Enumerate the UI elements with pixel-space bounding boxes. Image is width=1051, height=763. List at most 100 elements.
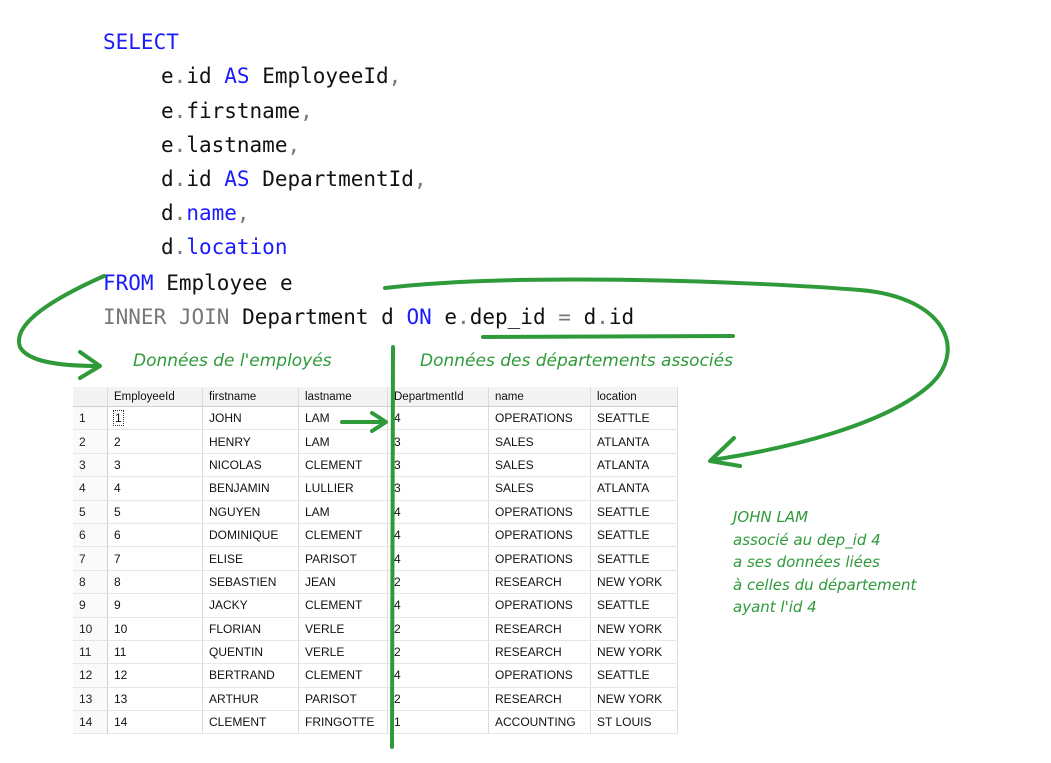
table-cell[interactable]: RESEARCH [488,617,591,641]
table-cell[interactable]: SEATTLE [590,523,678,548]
table-cell[interactable]: 12 [107,663,203,688]
table-cell[interactable]: ACCOUNTING [488,710,591,735]
table-row[interactable]: 3 3 NICOLAS CLEMENT 3 SALES ATLANTA [73,453,678,478]
table-cell[interactable]: 10 [107,617,203,641]
table-cell[interactable]: QUENTIN [202,640,299,665]
table-cell[interactable]: 4 [387,406,489,431]
table-row[interactable]: 7 7 ELISE PARISOT 4 OPERATIONS SEATTLE [73,546,678,571]
table-cell[interactable]: 4 [387,593,489,618]
table-row[interactable]: 1 1 JOHN LAM 4 OPERATIONS SEATTLE [73,406,678,431]
table-cell[interactable]: 3 [387,453,489,478]
table-row[interactable]: 12 12 BERTRAND CLEMENT 4 OPERATIONS SEATTLE [73,663,678,688]
row-number[interactable]: 11 [73,640,108,665]
table-cell[interactable]: 6 [107,523,203,548]
table-cell[interactable]: ARTHUR [202,687,299,712]
row-number[interactable]: 3 [73,453,108,478]
table-cell[interactable]: BENJAMIN [202,476,299,501]
table-cell[interactable]: JACKY [202,593,299,618]
table-cell[interactable]: NEW YORK [590,640,678,665]
table-cell[interactable]: 8 [107,570,203,595]
table-cell[interactable]: 2 [107,429,203,454]
table-cell[interactable]: JOHN [202,406,299,431]
table-cell[interactable]: SALES [488,453,591,478]
row-number[interactable]: 10 [73,617,108,641]
table-row[interactable]: 13 13 ARTHUR PARISOT 2 RESEARCH NEW YORK [73,687,678,712]
table-cell[interactable]: FLORIAN [202,617,299,641]
table-cell[interactable]: 3 [387,476,489,501]
table-cell[interactable]: ATLANTA [590,453,678,478]
table-cell[interactable]: DOMINIQUE [202,523,299,548]
row-number[interactable]: 5 [73,500,108,524]
row-number[interactable]: 12 [73,663,108,688]
table-cell[interactable]: 1 [107,406,203,431]
table-cell[interactable]: SALES [488,429,591,454]
table-cell[interactable]: SEATTLE [590,406,678,431]
table-cell[interactable]: ELISE [202,546,299,571]
table-cell[interactable]: 3 [387,429,489,454]
table-row[interactable]: 10 10 FLORIAN VERLE 2 RESEARCH NEW YORK [73,617,678,641]
row-number[interactable]: 7 [73,546,108,571]
row-number[interactable]: 9 [73,593,108,618]
table-cell[interactable]: CLEMENT [298,663,388,688]
table-cell[interactable]: SEBASTIEN [202,570,299,595]
row-number[interactable]: 1 [73,406,108,431]
table-cell[interactable]: 7 [107,546,203,571]
column-header[interactable]: name [488,387,591,407]
table-row[interactable]: 2 2 HENRY LAM 3 SALES ATLANTA [73,429,678,454]
table-cell[interactable]: LAM [298,500,388,524]
table-cell[interactable]: 14 [107,710,203,735]
table-cell[interactable]: OPERATIONS [488,500,591,524]
table-cell[interactable]: 2 [387,617,489,641]
row-number[interactable]: 6 [73,523,108,548]
row-number[interactable]: 4 [73,476,108,501]
table-cell[interactable]: VERLE [298,617,388,641]
column-header[interactable]: DepartmentId [387,387,489,407]
table-cell[interactable]: 13 [107,687,203,712]
table-cell[interactable]: HENRY [202,429,299,454]
table-cell[interactable]: OPERATIONS [488,546,591,571]
table-cell[interactable]: NEW YORK [590,570,678,595]
row-number[interactable]: 8 [73,570,108,595]
table-cell[interactable]: SALES [488,476,591,501]
table-cell[interactable]: NEW YORK [590,617,678,641]
table-cell[interactable]: NEW YORK [590,687,678,712]
table-cell[interactable]: OPERATIONS [488,663,591,688]
table-cell[interactable]: OPERATIONS [488,523,591,548]
table-cell[interactable]: 5 [107,500,203,524]
table-cell[interactable]: 2 [387,640,489,665]
table-cell[interactable]: CLEMENT [202,710,299,735]
table-cell[interactable]: OPERATIONS [488,406,591,431]
table-cell[interactable]: SEATTLE [590,663,678,688]
table-cell[interactable]: SEATTLE [590,500,678,524]
column-header[interactable]: firstname [202,387,299,407]
table-cell[interactable]: LAM [298,406,388,431]
column-header[interactable]: location [590,387,678,407]
table-cell[interactable]: SEATTLE [590,593,678,618]
table-cell[interactable]: SEATTLE [590,546,678,571]
table-row[interactable]: 4 4 BENJAMIN LULLIER 3 SALES ATLANTA [73,476,678,501]
table-cell[interactable]: RESEARCH [488,640,591,665]
table-row[interactable]: 9 9 JACKY CLEMENT 4 OPERATIONS SEATTLE [73,593,678,618]
row-number[interactable]: 14 [73,710,108,735]
table-cell[interactable]: 3 [107,453,203,478]
table-cell[interactable]: VERLE [298,640,388,665]
table-cell[interactable]: 2 [387,570,489,595]
table-cell[interactable]: 4 [387,663,489,688]
table-cell[interactable]: ST LOUIS [590,710,678,735]
table-cell[interactable]: ATLANTA [590,476,678,501]
table-cell[interactable]: OPERATIONS [488,593,591,618]
table-cell[interactable]: FRINGOTTE [298,710,388,735]
table-row[interactable]: 5 5 NGUYEN LAM 4 OPERATIONS SEATTLE [73,500,678,524]
table-cell[interactable]: PARISOT [298,687,388,712]
table-cell[interactable]: RESEARCH [488,570,591,595]
table-cell[interactable]: CLEMENT [298,523,388,548]
table-cell[interactable]: 4 [387,523,489,548]
table-cell[interactable]: 2 [387,687,489,712]
table-cell[interactable]: RESEARCH [488,687,591,712]
table-cell[interactable]: 4 [107,476,203,501]
table-cell[interactable]: PARISOT [298,546,388,571]
table-cell[interactable]: CLEMENT [298,453,388,478]
table-cell[interactable]: NGUYEN [202,500,299,524]
table-cell[interactable]: 9 [107,593,203,618]
table-cell[interactable]: NICOLAS [202,453,299,478]
